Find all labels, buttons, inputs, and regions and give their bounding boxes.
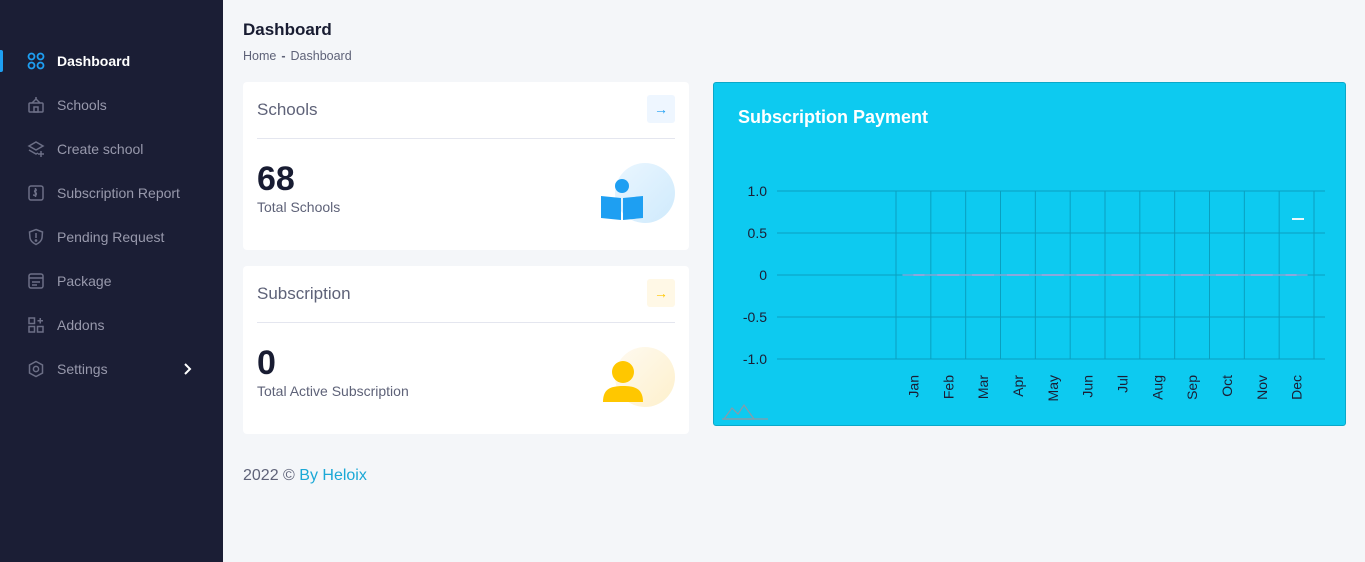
- x-tick-label: Apr: [1010, 375, 1026, 397]
- subscription-card: Subscription → 0 Total Active Subscripti…: [243, 266, 689, 434]
- divider: [257, 138, 675, 139]
- footer-copyright: 2022 ©: [243, 467, 295, 484]
- x-tick-label: Jun: [1080, 375, 1096, 398]
- shield-icon: [27, 228, 45, 246]
- subscription-chart: 1.0 0.5 0 -0.5 -1.0 Jan Feb Mar Apr May Jun Jul Aug S…: [722, 183, 1325, 420]
- card-title: Schools: [257, 100, 318, 119]
- total-schools-label: Total Schools: [257, 199, 341, 215]
- y-tick-label: 1.0: [748, 183, 768, 199]
- grid-icon: [27, 52, 45, 70]
- breadcrumb-home[interactable]: Home: [243, 49, 276, 63]
- gear-icon: [27, 360, 45, 378]
- page-title: Dashboard: [243, 20, 332, 39]
- x-tick-label: Aug: [1149, 375, 1165, 400]
- x-tick-label: Feb: [940, 375, 956, 399]
- x-tick-label: Nov: [1254, 375, 1270, 400]
- x-tick-label: Dec: [1289, 375, 1305, 400]
- sidebar-item-addons[interactable]: Addons: [0, 305, 223, 345]
- sidebar: Dashboard Schools Create school Subscrip…: [0, 0, 223, 562]
- sidebar-item-settings[interactable]: Settings: [0, 349, 223, 389]
- addons-icon: [27, 316, 45, 334]
- sidebar-item-label: Schools: [57, 97, 107, 113]
- package-icon: [27, 272, 45, 290]
- schools-card: Schools → 68 Total Schools: [243, 82, 689, 250]
- sidebar-item-label: Settings: [57, 361, 108, 377]
- x-tick-label: Sep: [1184, 375, 1200, 400]
- x-tick-label: Mar: [975, 375, 991, 399]
- y-tick-label: 0.5: [748, 225, 768, 241]
- sidebar-item-create-school[interactable]: Create school: [0, 129, 223, 169]
- sidebar-item-subscription-report[interactable]: Subscription Report: [0, 173, 223, 213]
- sidebar-item-label: Subscription Report: [57, 185, 180, 201]
- total-subscription-value: 0: [257, 344, 276, 382]
- subscription-payment-panel: Subscription Payment 1.0 0.5 0 -0.5 -1.0 Jan F…: [713, 82, 1346, 426]
- y-tick-label: 0: [759, 267, 767, 283]
- sidebar-item-label: Pending Request: [57, 229, 165, 245]
- arrow-right-icon: →: [654, 285, 668, 301]
- sidebar-item-label: Package: [57, 273, 112, 289]
- sidebar-item-label: Dashboard: [57, 53, 131, 69]
- sidebar-item-pending-request[interactable]: Pending Request: [0, 217, 223, 257]
- user-icon: [595, 346, 675, 408]
- footer: 2022 © By Heloix: [243, 467, 367, 485]
- footer-link[interactable]: By Heloix: [299, 467, 367, 484]
- subscription-arrow-button[interactable]: →: [647, 279, 675, 307]
- breadcrumb-current: Dashboard: [290, 49, 352, 63]
- sidebar-item-schools[interactable]: Schools: [0, 85, 223, 125]
- chevron-right-icon[interactable]: [179, 361, 195, 377]
- y-tick-label: -1.0: [743, 351, 767, 367]
- arrow-right-icon: →: [654, 101, 668, 117]
- y-tick-label: -0.5: [743, 309, 767, 325]
- sidebar-item-package[interactable]: Package: [0, 261, 223, 301]
- x-tick-label: May: [1045, 375, 1061, 401]
- x-tick-label: Jan: [905, 375, 921, 398]
- divider: [257, 322, 675, 323]
- school-icon: [27, 96, 45, 114]
- card-title: Subscription: [257, 284, 351, 303]
- sidebar-item-label: Addons: [57, 317, 105, 333]
- sidebar-item-label: Create school: [57, 141, 144, 157]
- chart-logo-icon: [722, 403, 756, 420]
- breadcrumb-separator: -: [281, 49, 286, 63]
- total-subscription-label: Total Active Subscription: [257, 383, 409, 399]
- reading-person-icon: [595, 162, 675, 224]
- schools-arrow-button[interactable]: →: [647, 95, 675, 123]
- x-tick-label: Jul: [1114, 375, 1130, 393]
- layers-plus-icon: [27, 140, 45, 158]
- report-icon: [27, 184, 45, 202]
- total-schools-value: 68: [257, 160, 295, 198]
- breadcrumb: Home - Dashboard: [243, 49, 352, 63]
- x-tick-label: Oct: [1219, 375, 1235, 397]
- sidebar-item-dashboard[interactable]: Dashboard: [0, 41, 223, 81]
- active-indicator: [0, 50, 3, 72]
